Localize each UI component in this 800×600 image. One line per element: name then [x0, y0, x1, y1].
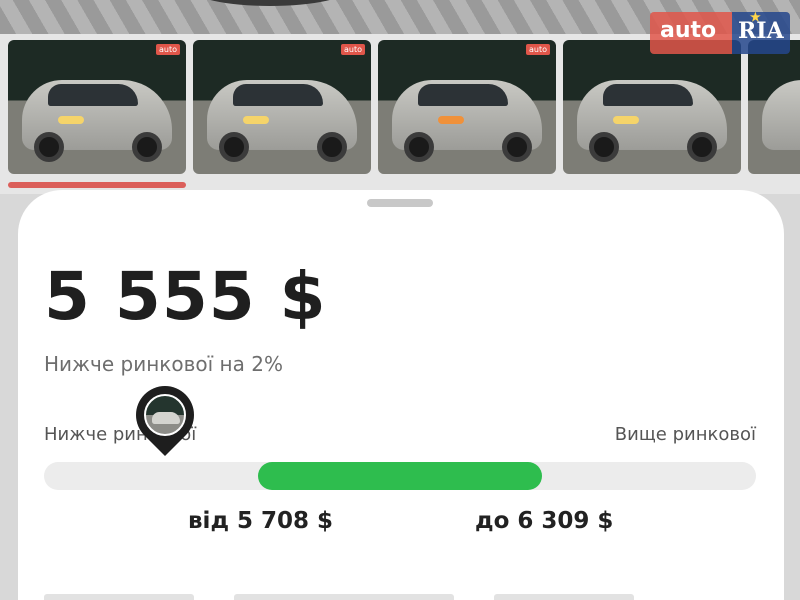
next-section-preview — [44, 594, 644, 600]
car-headlight — [613, 116, 639, 124]
range-from-value: від 5 708 $ — [188, 508, 334, 534]
price-value: 5 555 $ — [44, 258, 327, 335]
car-avatar — [144, 394, 187, 436]
photo-gallery: auto auto auto — [0, 34, 800, 194]
gallery-thumbnail[interactable] — [563, 40, 741, 174]
hero-car-shadow — [190, 0, 350, 6]
watermark-ria-text: ★ RIA — [732, 10, 790, 54]
range-to-value: до 6 309 $ — [475, 508, 614, 534]
car-body — [762, 80, 800, 150]
thumbnail-tag: auto — [155, 44, 180, 55]
price-position-marker — [124, 373, 207, 462]
placeholder-text-line — [234, 594, 454, 600]
car-wheel — [687, 132, 717, 162]
car-wheel — [404, 132, 434, 162]
car-headlight — [58, 116, 84, 124]
market-range-fill — [257, 462, 543, 490]
above-market-label: Вище ринкової — [614, 424, 756, 445]
car-headlight — [243, 116, 269, 124]
placeholder-text-line — [494, 594, 634, 600]
price-market-note: Нижче ринкової на 2% — [44, 352, 283, 376]
gallery-thumbnail[interactable]: auto — [193, 40, 371, 174]
car-wheel — [502, 132, 532, 162]
car-wheel — [132, 132, 162, 162]
car-window — [603, 84, 693, 106]
car-headlight — [438, 116, 464, 124]
thumbnail-tag: auto — [340, 44, 365, 55]
gallery-thumbnail[interactable]: auto — [378, 40, 556, 174]
car-window — [418, 84, 508, 106]
price-bottom-sheet: 5 555 $ Нижче ринкової на 2% Нижче ринко… — [18, 190, 784, 600]
thumbnail-tag: auto — [525, 44, 550, 55]
car-wheel — [34, 132, 64, 162]
market-price-track — [44, 462, 756, 490]
car-window — [48, 84, 138, 106]
car-window — [233, 84, 323, 106]
sheet-drag-handle[interactable] — [367, 199, 433, 207]
star-icon: ★ — [750, 10, 761, 24]
watermark-auto-text: auto — [650, 12, 732, 54]
active-thumbnail-indicator — [8, 182, 186, 188]
car-wheel — [317, 132, 347, 162]
autoria-watermark: auto ★ RIA — [650, 10, 790, 54]
gallery-thumbnail[interactable]: auto — [8, 40, 186, 174]
gallery-thumbnail[interactable] — [748, 40, 800, 174]
car-wheel — [589, 132, 619, 162]
placeholder-text-line — [44, 594, 194, 600]
car-wheel — [219, 132, 249, 162]
